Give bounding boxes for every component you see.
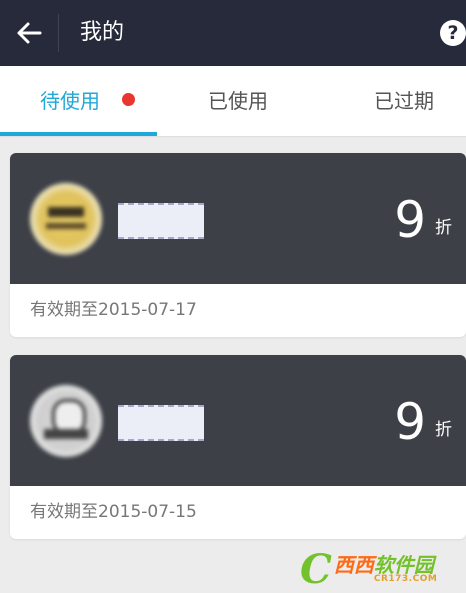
discount-value: 9	[394, 393, 426, 451]
merchant-name-redacted	[118, 203, 204, 239]
watermark-letter: C	[300, 546, 332, 593]
merchant-logo	[30, 385, 102, 457]
coupon-card[interactable]: 9 折 有效期至2015-07-15	[10, 355, 466, 539]
coupon-card-top: 9 折	[10, 153, 466, 284]
page-title: 我的	[80, 20, 125, 45]
discount-unit: 折	[435, 218, 452, 238]
discount-value: 9	[394, 191, 426, 249]
arrow-left-icon	[17, 22, 42, 44]
notification-dot	[122, 93, 135, 106]
coupon-card[interactable]: 9 折 有效期至2015-07-17	[10, 153, 466, 337]
discount-unit: 折	[435, 420, 452, 440]
watermark-text-1: 西西	[333, 553, 374, 577]
merchant-logo	[30, 183, 102, 255]
tab-bar: 待使用 已使用 已过期	[0, 66, 466, 137]
tab-unused[interactable]: 待使用	[40, 66, 100, 136]
coupon-card-top: 9 折	[10, 355, 466, 486]
tab-used[interactable]: 已使用	[208, 66, 268, 136]
expiry-date: 有效期至2015-07-15	[30, 502, 197, 522]
back-button[interactable]	[0, 0, 58, 66]
tab-expired[interactable]: 已过期	[374, 66, 434, 136]
top-bar: 我的 ?	[0, 0, 466, 66]
help-button[interactable]: ?	[440, 20, 466, 46]
header-divider	[58, 14, 59, 52]
expiry-date: 有效期至2015-07-17	[30, 300, 197, 320]
site-watermark: C 西西软件园 CR173.COM	[300, 547, 466, 592]
merchant-name-redacted	[118, 405, 204, 441]
active-tab-indicator	[0, 132, 157, 136]
watermark-sub: CR173.COM	[373, 574, 438, 584]
